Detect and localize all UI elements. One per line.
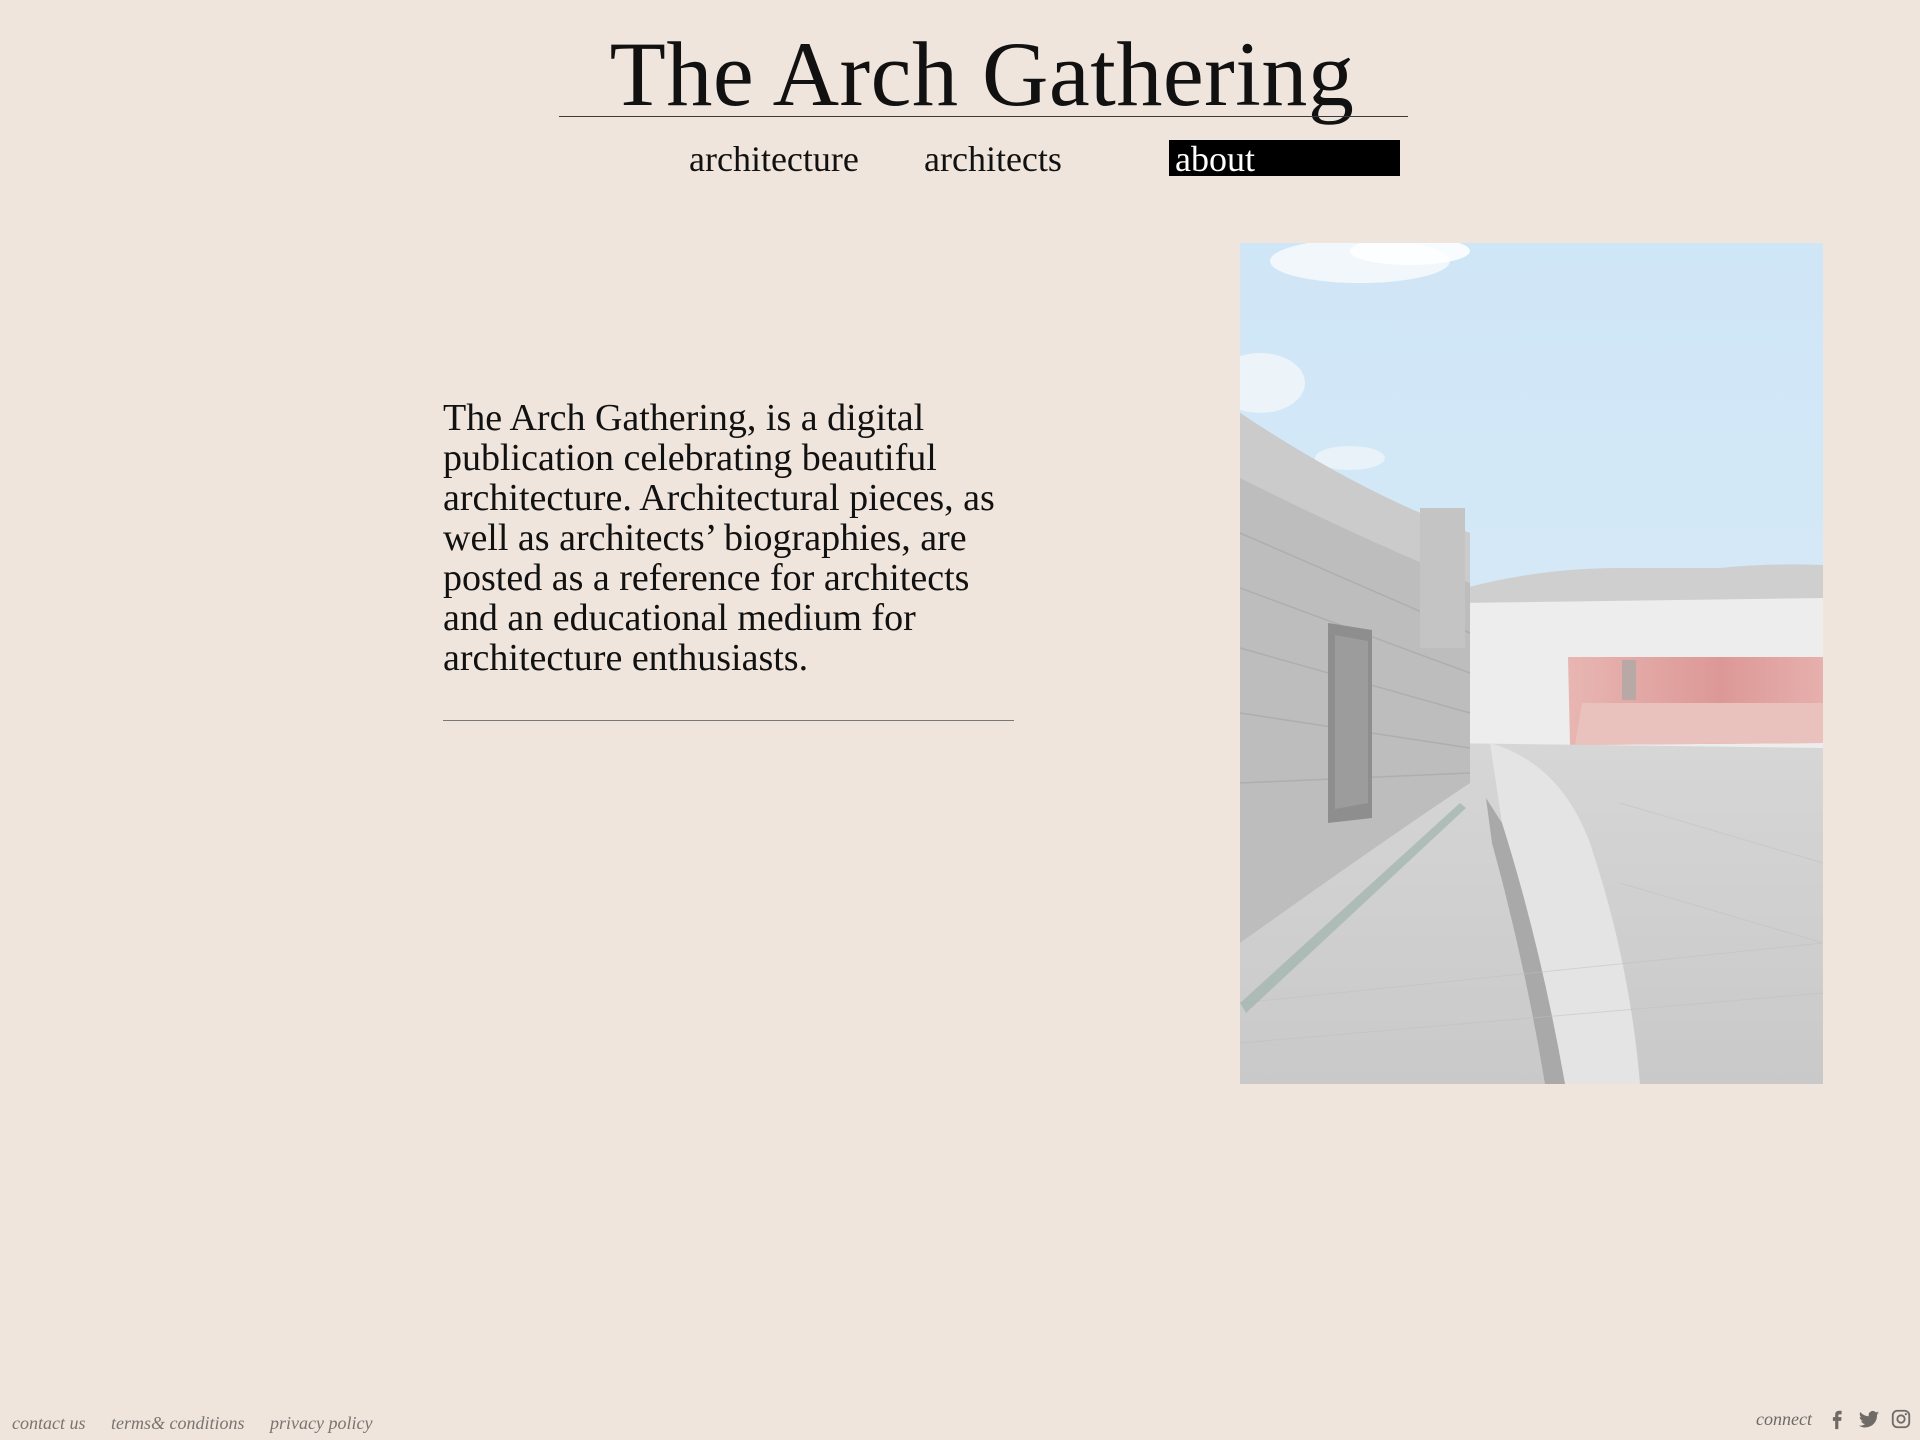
- nav-item-architects[interactable]: architects: [924, 140, 1062, 178]
- architecture-photo-graphic: [1240, 243, 1823, 1084]
- title-divider: [559, 116, 1408, 117]
- footer-link-terms-conditions[interactable]: terms& conditions: [111, 1413, 245, 1434]
- site-title[interactable]: The Arch Gathering: [0, 22, 1920, 128]
- twitter-icon[interactable]: [1858, 1408, 1880, 1430]
- instagram-icon[interactable]: [1890, 1408, 1912, 1430]
- text-divider: [443, 720, 1014, 721]
- footer-link-privacy-policy[interactable]: privacy policy: [270, 1413, 372, 1434]
- connect-label: connect: [1756, 1409, 1812, 1429]
- about-description: The Arch Gathering, is a digital publica…: [443, 397, 995, 679]
- footer-link-contact-us[interactable]: contact us: [12, 1413, 86, 1434]
- main-nav: architecture architects about: [0, 140, 1920, 180]
- architecture-photo: [1240, 243, 1823, 1084]
- social-connect: connect: [1756, 1402, 1912, 1430]
- page: The Arch Gathering architecture architec…: [0, 0, 1920, 1440]
- nav-item-architecture[interactable]: architecture: [689, 140, 859, 178]
- facebook-icon[interactable]: [1826, 1408, 1848, 1430]
- nav-item-about[interactable]: about: [1169, 140, 1400, 178]
